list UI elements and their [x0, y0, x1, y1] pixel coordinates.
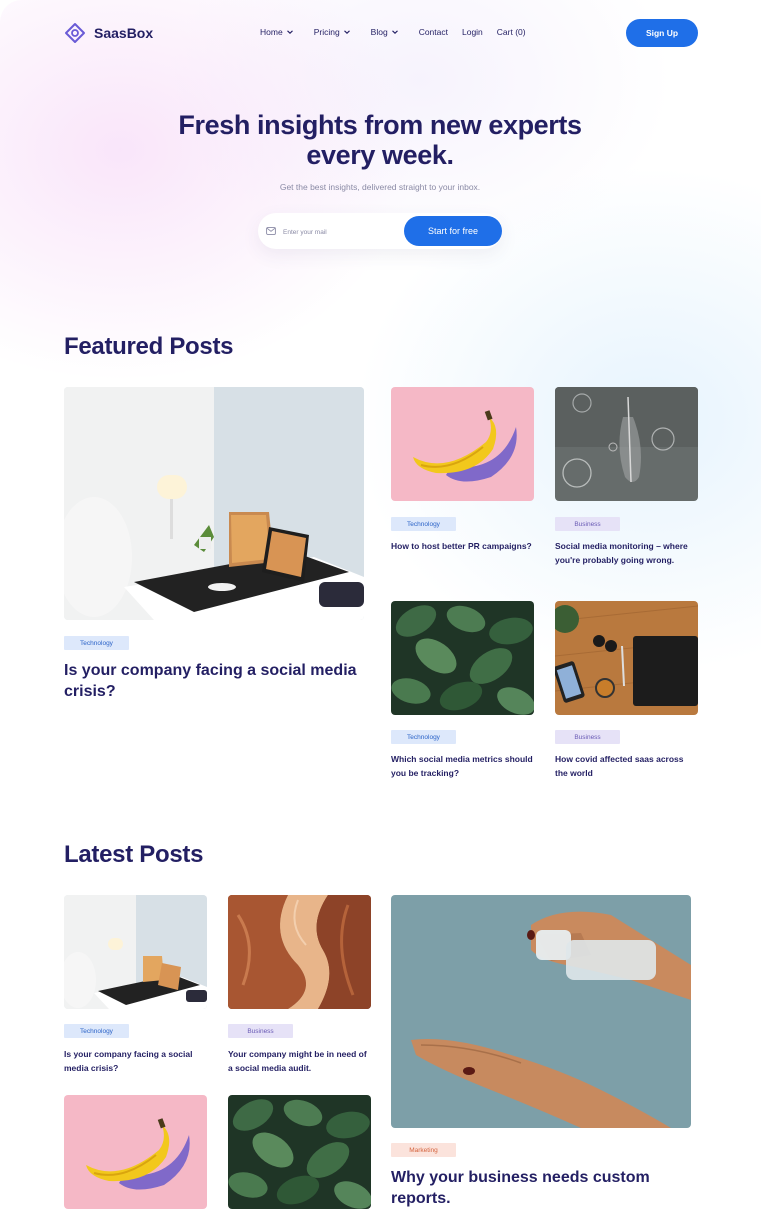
tag-business[interactable]: Business [555, 517, 620, 531]
hero-title-line: every week. [306, 140, 454, 170]
post-image-violin-bubbles[interactable] [555, 387, 698, 501]
tag-business[interactable]: Business [228, 1024, 293, 1038]
hero-title: Fresh insights from new experts every we… [130, 110, 630, 170]
tag-marketing[interactable]: Marketing [391, 1143, 456, 1157]
post-title[interactable]: Which social media metrics should you be… [391, 753, 534, 780]
post-image-green-leaves[interactable] [391, 601, 534, 715]
nav-label: Pricing [313, 27, 340, 37]
nav-label: Home [260, 27, 283, 37]
nav-label: Login [461, 27, 483, 37]
post-title[interactable]: Your company might be in need of a socia… [228, 1048, 371, 1075]
post-image-desk-laptop[interactable] [64, 895, 207, 1009]
sign-up-button[interactable]: Sign Up [626, 19, 698, 47]
nav-label: Blog [370, 27, 388, 37]
start-for-free-button[interactable]: Start for free [404, 216, 502, 246]
logo[interactable]: SaasBox [64, 22, 153, 44]
post-title[interactable]: Is your company facing a social media cr… [64, 1048, 207, 1075]
nav-item-pricing[interactable]: Pricing [314, 27, 351, 37]
nav-label: Contact [418, 27, 448, 37]
hero-subtitle: Get the best insights, delivered straigh… [279, 182, 481, 192]
post-image-banana[interactable] [64, 1095, 207, 1209]
post-image-canyon[interactable] [228, 895, 371, 1009]
post-title[interactable]: How to host better PR campaigns? [391, 540, 534, 554]
tag-business[interactable]: Business [555, 730, 620, 744]
chevron-down-icon [286, 30, 293, 34]
chevron-down-icon [391, 30, 398, 34]
post-image-green-leaves[interactable] [228, 1095, 371, 1209]
tag-technology[interactable]: Technology [64, 636, 129, 650]
mail-icon [266, 227, 276, 235]
featured-posts-heading: Featured Posts [64, 333, 234, 360]
post-title[interactable]: How covid affected saas across the world [555, 753, 698, 780]
nav-item-home[interactable]: Home [260, 27, 294, 37]
post-title[interactable]: Social media monitoring – where you're p… [555, 540, 698, 567]
post-image-hand-spray[interactable] [391, 895, 691, 1128]
nav-item-login[interactable]: Login [462, 27, 483, 37]
page: SaasBox Home Pricing Blog Contact Login … [0, 0, 761, 1216]
post-title[interactable]: Why your business needs custom reports. [391, 1167, 691, 1209]
nav-item-cart[interactable]: Cart (0) [497, 27, 526, 37]
brand-name: SaasBox [94, 25, 154, 41]
post-image-desk-laptop[interactable] [64, 387, 364, 620]
post-image-wood-desk[interactable] [555, 601, 698, 715]
tag-technology[interactable]: Technology [391, 517, 456, 531]
nav-item-contact[interactable]: Contact [419, 27, 448, 37]
nav-label: Cart (0) [496, 27, 526, 37]
tag-technology[interactable]: Technology [64, 1024, 129, 1038]
email-input[interactable] [283, 224, 398, 240]
logo-icon [65, 23, 85, 43]
nav-item-blog[interactable]: Blog [371, 27, 399, 37]
hero-title-line: Fresh insights from new experts [178, 110, 582, 140]
post-image-banana[interactable] [391, 387, 534, 501]
latest-posts-heading: Latest Posts [64, 841, 204, 868]
chevron-down-icon [343, 30, 350, 34]
post-title[interactable]: Is your company facing a social media cr… [64, 660, 364, 702]
main-nav: Home Pricing Blog Contact Login Cart (0) [260, 27, 540, 37]
tag-technology[interactable]: Technology [391, 730, 456, 744]
